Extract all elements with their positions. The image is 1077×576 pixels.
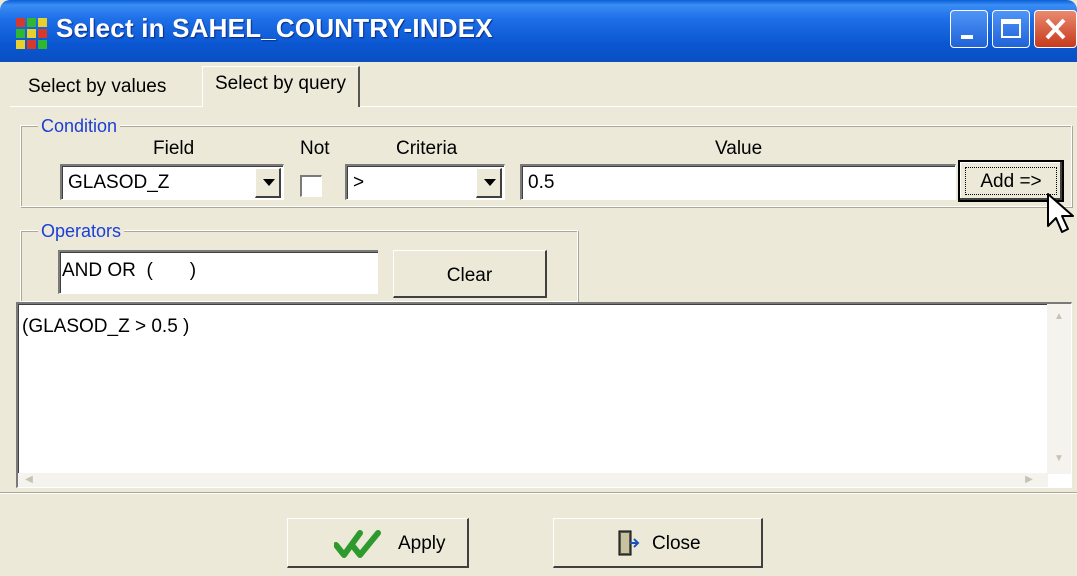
horizontal-scrollbar[interactable]: ◀ ▶ [18, 473, 1048, 487]
close-window-button[interactable] [1034, 10, 1077, 48]
add-button-label: Add => [980, 171, 1042, 192]
apply-button-label: Apply [398, 533, 446, 554]
criteria-label: Criteria [396, 138, 458, 159]
scroll-down-icon[interactable]: ▼ [1054, 454, 1064, 464]
minimize-icon [961, 35, 973, 39]
clear-button-label: Clear [446, 265, 493, 286]
minimize-button[interactable] [950, 10, 988, 48]
operators-legend: Operators [38, 221, 125, 242]
field-dropdown[interactable]: GLASOD_Z [60, 164, 284, 200]
chevron-down-icon[interactable] [255, 168, 281, 198]
exit-door-icon [618, 530, 640, 556]
close-icon [1045, 18, 1066, 40]
query-text: (GLASOD_Z > 0.5 ) [22, 316, 190, 337]
value-label: Value [715, 138, 763, 159]
maximize-icon [1001, 19, 1021, 38]
chevron-down-icon[interactable] [476, 168, 502, 198]
checkmark-icon [334, 530, 381, 558]
apply-button[interactable]: Apply [287, 518, 469, 568]
tab-strip: Select by values Select by query [10, 62, 1077, 107]
scroll-left-icon[interactable]: ◀ [24, 475, 34, 485]
scroll-up-icon[interactable]: ▲ [1054, 312, 1064, 322]
window-title: Select in SAHEL_COUNTRY-INDEX [56, 13, 493, 43]
not-label: Not [300, 138, 330, 159]
operators-text: AND OR ( ) [62, 260, 197, 281]
vertical-scrollbar[interactable]: ▲ ▼ [1047, 304, 1071, 474]
query-textarea[interactable]: (GLASOD_Z > 0.5 ) ▲ ▼ ◀ ▶ [16, 302, 1072, 488]
field-dropdown-value: GLASOD_Z [68, 172, 170, 193]
not-checkbox[interactable] [300, 175, 322, 197]
criteria-dropdown-value: > [353, 172, 365, 193]
app-icon [16, 18, 47, 49]
value-input-text: 0.5 [528, 172, 555, 193]
value-input[interactable]: 0.5 [520, 164, 956, 200]
close-button[interactable]: Close [553, 518, 763, 568]
tab-select-by-values[interactable]: Select by values [16, 70, 178, 106]
tab-select-by-query[interactable]: Select by query [202, 66, 360, 107]
condition-legend: Condition [38, 116, 121, 137]
criteria-dropdown[interactable]: > [345, 164, 505, 200]
clear-button[interactable]: Clear [393, 250, 547, 298]
maximize-button[interactable] [992, 10, 1030, 48]
close-button-label: Close [652, 533, 701, 554]
title-bar[interactable]: Select in SAHEL_COUNTRY-INDEX [0, 0, 1077, 62]
mouse-cursor-icon [1047, 193, 1074, 233]
field-label: Field [153, 138, 195, 159]
operators-bar[interactable]: AND OR ( ) [58, 250, 378, 294]
scroll-right-icon[interactable]: ▶ [1024, 475, 1034, 485]
footer-divider-highlight [0, 493, 1077, 494]
